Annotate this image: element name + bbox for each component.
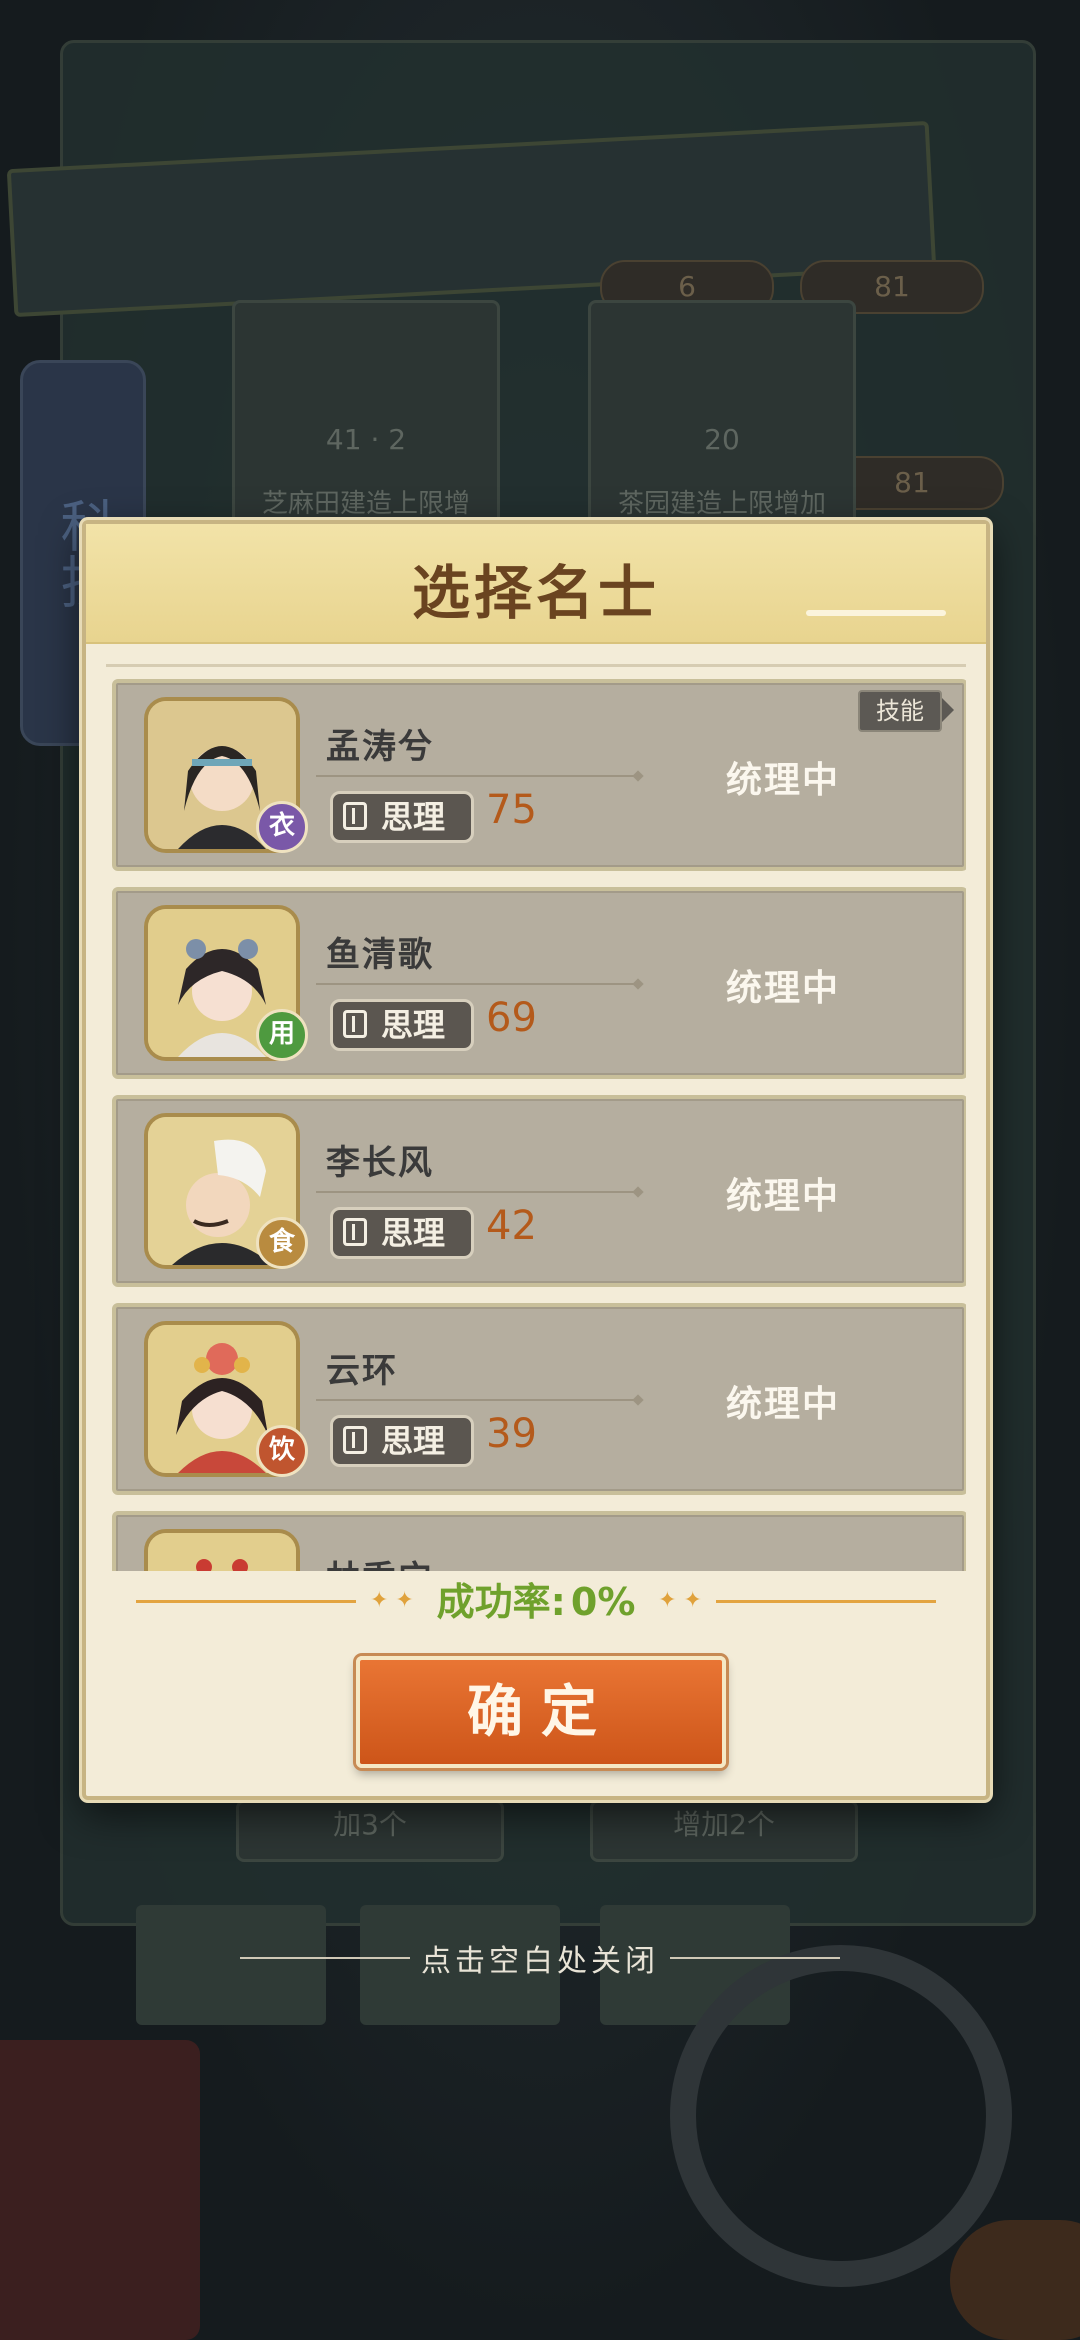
background-card-1: 41 · 2 芝麻田建造上限增 [232, 300, 500, 546]
category-badge: 食 [256, 1217, 308, 1269]
card-desc: 茶园建造上限增加 [617, 489, 826, 519]
divider [316, 1191, 636, 1193]
divider [316, 1399, 636, 1401]
divider [316, 775, 636, 777]
background-ring [670, 1945, 1012, 2287]
attribute-tag: 思理 [330, 791, 474, 843]
background-card-4: 增加2个 [590, 1800, 858, 1862]
card-desc: 加3个 [333, 1808, 407, 1841]
attribute-tag: 思理 [330, 1207, 474, 1259]
scholar-row[interactable]: 衣 孟涛兮 思理 75 统理中 [112, 679, 966, 871]
card-cost: 41 · 2 [325, 423, 407, 456]
attribute-value: 42 [486, 1203, 537, 1249]
status-label: 统理中 [726, 968, 841, 1009]
card-cost: 20 [704, 423, 740, 456]
category-badge: 用 [256, 1009, 308, 1061]
rate-ornament-right: ✦ ✦ [658, 1588, 702, 1613]
background-red-box [0, 2040, 200, 2340]
category-badge: 衣 [256, 801, 308, 853]
card-desc: 芝麻田建造上限增 [261, 489, 470, 519]
select-scholar-modal: 选择名士 衣 孟涛兮 思理 75 统理中 用 鱼清歌 思理 69 统理中 食 李… [82, 520, 990, 1800]
scholar-row[interactable]: 林秀宁 [112, 1511, 966, 1571]
scholar-name: 李长风 [326, 1143, 434, 1183]
modal-title: 选择名士 [411, 559, 660, 627]
attribute-tag: 思理 [330, 1415, 474, 1467]
background-orb [950, 2220, 1080, 2340]
status-label: 统理中 [726, 1384, 841, 1425]
scholar-row[interactable]: 食 李长风 思理 42 统理中 [112, 1095, 966, 1287]
attribute-value: 69 [486, 995, 537, 1041]
status-label: 统理中 [726, 760, 841, 801]
scholar-name: 云环 [326, 1351, 398, 1391]
scholar-name: 林秀宁 [326, 1551, 434, 1571]
success-rate-value: 0% [570, 1580, 636, 1624]
success-rate: ✦ ✦ 成功率: 0% ✦ ✦ [356, 1574, 716, 1630]
confirm-button[interactable]: 确定 [356, 1656, 726, 1768]
attribute-tag: 思理 [330, 999, 474, 1051]
status-label: 统理中 [726, 1176, 841, 1217]
scroll-icon [343, 1218, 367, 1246]
title-decoration [806, 610, 946, 616]
skill-tag[interactable]: 技能 [858, 690, 954, 732]
scholar-list[interactable]: 衣 孟涛兮 思理 75 统理中 用 鱼清歌 思理 69 统理中 食 李长风 思理… [106, 664, 966, 1571]
scholar-avatar [144, 1529, 300, 1571]
card-desc: 增加2个 [673, 1808, 775, 1841]
attribute-value: 75 [486, 787, 537, 833]
scholar-row[interactable]: 用 鱼清歌 思理 69 统理中 [112, 887, 966, 1079]
rate-ornament-left: ✦ ✦ [370, 1588, 414, 1613]
hint-line-right [670, 1957, 840, 1959]
scholar-row[interactable]: 饮 云环 思理 39 统理中 [112, 1303, 966, 1495]
scholar-name: 孟涛兮 [326, 727, 434, 767]
scholar-name: 鱼清歌 [326, 935, 434, 975]
success-rate-label: 成功率: [436, 1580, 566, 1624]
divider [316, 983, 636, 985]
category-badge: 饮 [256, 1425, 308, 1477]
scroll-icon [343, 1010, 367, 1038]
background-card-2: 20 茶园建造上限增加 [588, 300, 856, 546]
close-hint[interactable]: 点击空白处关闭 [0, 1936, 1080, 1980]
background-card-3: 加3个 [236, 1800, 504, 1862]
scroll-icon [343, 802, 367, 830]
attribute-value: 39 [486, 1411, 537, 1457]
scroll-icon [343, 1426, 367, 1454]
modal-header: 选择名士 [86, 524, 986, 644]
